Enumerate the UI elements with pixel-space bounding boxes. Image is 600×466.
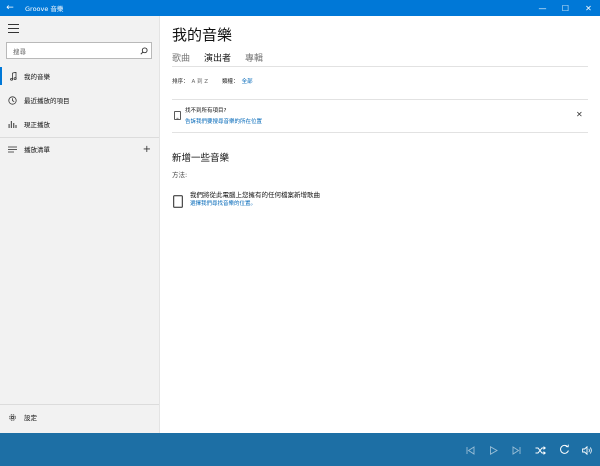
tab-songs[interactable]: 歌曲: [172, 51, 190, 67]
playlist-icon: [0, 140, 24, 158]
sidebar: 搜尋 我的音樂 最近播放的項目 現正播放 播放清單 + 設定: [0, 16, 160, 433]
method-description: 我們將從此電腦上您擁有的任何檔案新增歌曲: [190, 191, 320, 199]
clock-icon: [0, 91, 24, 109]
volume-button[interactable]: [577, 433, 597, 466]
previous-button[interactable]: [460, 433, 480, 466]
sort-label: 排序：: [172, 79, 189, 85]
device-icon: [174, 105, 181, 120]
sidebar-item-now-playing[interactable]: 現正播放: [0, 115, 159, 133]
sidebar-item-settings[interactable]: 設定: [0, 408, 159, 426]
next-icon: [512, 440, 521, 459]
page-title: 我的音樂: [172, 26, 233, 44]
search-box[interactable]: 搜尋: [6, 42, 152, 59]
next-button[interactable]: [506, 433, 526, 466]
back-button[interactable]: ←: [0, 0, 20, 16]
sidebar-item-recent[interactable]: 最近播放的項目: [0, 91, 159, 109]
player-bar: [0, 433, 600, 466]
genre-label: 類權：: [222, 79, 239, 85]
add-playlist-button[interactable]: +: [143, 144, 151, 155]
choose-locations-link[interactable]: 選擇我們尋找音樂的位置。: [190, 199, 256, 207]
genre-dropdown[interactable]: 全部: [242, 77, 253, 85]
play-button[interactable]: [483, 433, 503, 466]
music-note-icon: [2, 67, 24, 85]
tab-divider: [172, 66, 588, 67]
play-icon: [489, 440, 498, 459]
equalizer-icon: [0, 115, 24, 133]
maximize-icon: ☐: [561, 3, 570, 13]
hamburger-menu-icon[interactable]: [8, 24, 19, 33]
shuffle-icon: [535, 440, 546, 459]
minimize-icon: —: [538, 3, 547, 13]
gear-icon: [0, 408, 24, 426]
sidebar-item-my-music[interactable]: 我的音樂: [0, 67, 159, 85]
close-button[interactable]: ✕: [577, 0, 600, 16]
sidebar-bottom-divider: [0, 404, 159, 405]
notice-divider-top: [172, 99, 588, 100]
tab-albums[interactable]: 專輯: [245, 51, 263, 67]
notice-link[interactable]: 告訴我們要搜尋音樂的所在位置: [185, 117, 262, 125]
main-content: 我的音樂 歌曲 演出者 專輯 排序： A 到 Z 類權： 全部 找不到所有項目?…: [172, 16, 588, 433]
notice-title: 找不到所有項目?: [185, 108, 227, 114]
close-icon: ✕: [585, 3, 592, 13]
maximize-button[interactable]: ☐: [554, 0, 577, 16]
tablet-icon: [173, 193, 183, 208]
sidebar-item-label: 現正播放: [24, 121, 50, 129]
tab-artists[interactable]: 演出者: [204, 51, 232, 67]
close-icon[interactable]: ✕: [576, 110, 583, 119]
repeat-icon: [559, 440, 570, 459]
add-music-heading: 新增一些音樂: [172, 153, 230, 164]
search-icon[interactable]: [137, 43, 151, 58]
sidebar-item-label: 最近播放的項目: [24, 97, 70, 105]
sort-filter-row: 排序： A 到 Z 類權： 全部: [172, 77, 253, 85]
window-title: Groove 音樂: [25, 5, 64, 13]
volume-icon: [581, 440, 593, 459]
sidebar-item-label: 我的音樂: [24, 73, 50, 81]
sidebar-item-playlists[interactable]: 播放清單 +: [0, 140, 159, 158]
tab-bar: 歌曲 演出者 專輯: [172, 51, 277, 67]
shuffle-button[interactable]: [530, 433, 550, 466]
sidebar-divider: [0, 137, 159, 138]
sort-dropdown[interactable]: A 到 Z: [192, 77, 209, 85]
sidebar-item-label: 設定: [24, 414, 37, 422]
notice-divider-bottom: [172, 132, 588, 133]
sidebar-item-label: 播放清單: [24, 146, 50, 154]
previous-icon: [466, 440, 475, 459]
title-bar: ← Groove 音樂 — ☐ ✕: [0, 0, 600, 16]
repeat-button[interactable]: [554, 433, 574, 466]
minimize-button[interactable]: —: [531, 0, 554, 16]
back-arrow-icon: ←: [6, 3, 14, 13]
search-input[interactable]: 搜尋: [7, 46, 137, 56]
methods-label: 方法:: [172, 171, 188, 179]
